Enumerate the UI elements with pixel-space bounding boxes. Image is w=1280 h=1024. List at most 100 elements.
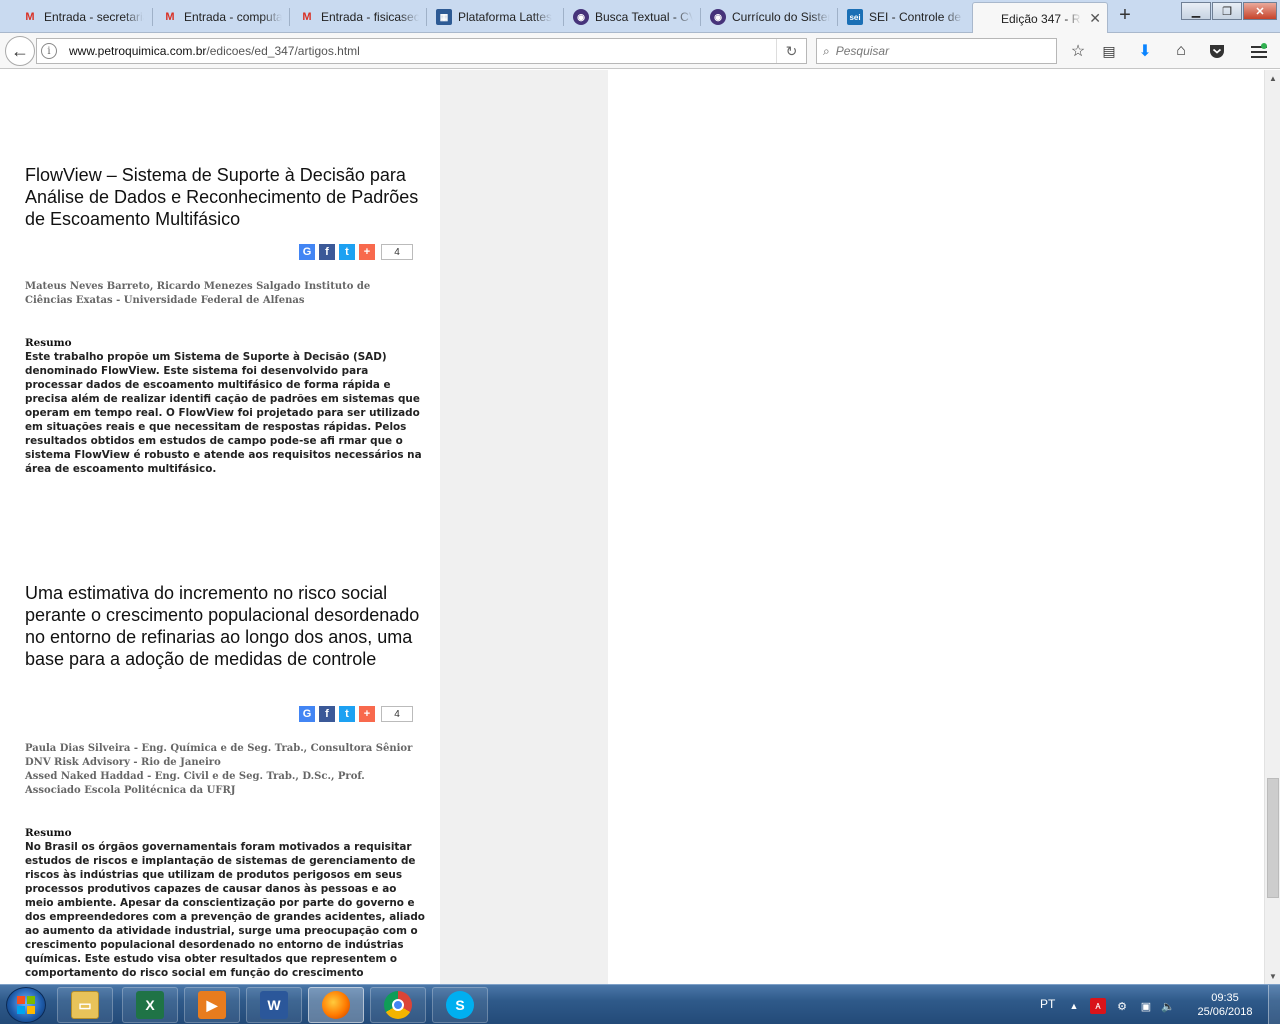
url-path: /edicoes/ed_347/artigos.html (206, 44, 360, 58)
new-tab-button[interactable]: + (1114, 5, 1136, 27)
tab-separator (837, 8, 838, 26)
chrome-center (392, 999, 404, 1011)
gmail-icon: M (302, 11, 312, 23)
menu-icon[interactable] (1248, 40, 1270, 62)
gmail-icon: M (25, 11, 35, 23)
tab-plataforma-lattes[interactable]: ▦ Plataforma Lattes (428, 2, 562, 32)
antivirus-icon[interactable]: ᴀ (1090, 998, 1106, 1014)
abstract-heading: Resumo (25, 827, 72, 839)
clock[interactable]: 09:35 25/06/2018 (1190, 991, 1260, 1019)
lattes-icon: ▦ (436, 9, 452, 25)
tab-separator (426, 8, 427, 26)
home-icon[interactable]: ⌂ (1170, 40, 1192, 62)
article-authors: Paula Dias Silveira - Eng. Química e de … (25, 742, 420, 798)
abstract-text: Este trabalho propõe um Sistema de Supor… (25, 351, 422, 475)
window-close-button[interactable]: ✕ (1243, 2, 1277, 20)
article-card: Uma estimativa do incremento no risco so… (25, 582, 425, 979)
network-icon[interactable]: ▣ (1138, 998, 1154, 1014)
article-title[interactable]: FlowView – Sistema de Suporte à Decisão … (25, 164, 425, 230)
tab-sei[interactable]: sei SEI - Controle de Processos (839, 2, 969, 32)
article-title[interactable]: Uma estimativa do incremento no risco so… (25, 582, 425, 670)
page-viewport: FlowView – Sistema de Suporte à Decisão … (0, 70, 1264, 984)
download-icon[interactable]: ⬇ (1134, 40, 1156, 62)
facebook-share-icon[interactable]: f (319, 244, 335, 260)
search-placeholder: Pesquisar (835, 44, 890, 58)
bookmark-star-icon[interactable]: ☆ (1067, 40, 1089, 62)
reading-list-icon[interactable]: ▤ (1098, 40, 1120, 62)
taskbar-excel[interactable]: X (122, 987, 178, 1023)
lattes-globe-icon: ◉ (573, 9, 589, 25)
pocket-icon[interactable] (1206, 40, 1228, 62)
navigation-bar: ← i www.petroquimica.com.br /edicoes/ed_… (0, 33, 1280, 69)
windows-logo-icon (17, 996, 35, 1014)
desktop-screen: M Entrada - secretaria M Entrada - compu… (0, 0, 1280, 1024)
author-line: Assed Naked Haddad - Eng. Civil e de Seg… (25, 771, 365, 796)
tab-curriculo[interactable]: ◉ Currículo do Sistema (702, 2, 836, 32)
scroll-down-icon[interactable]: ▼ (1265, 968, 1280, 984)
system-tray: PT ▲ ᴀ ⚙ ▣ 🔈 09:35 25/06/2018 (1030, 985, 1280, 1024)
taskbar-media-player[interactable]: ▶ (184, 987, 240, 1023)
share-count: 4 (381, 244, 413, 260)
twitter-share-icon[interactable]: t (339, 244, 355, 260)
search-icon: ⌕ (823, 43, 830, 58)
close-tab-icon[interactable]: ✕ (1089, 10, 1101, 27)
taskbar-chrome[interactable] (370, 987, 426, 1023)
back-button[interactable]: ← (5, 36, 35, 66)
share-count: 4 (381, 706, 413, 722)
volume-icon[interactable]: 🔈 (1160, 998, 1176, 1014)
minimize-button[interactable]: ▁ (1181, 2, 1211, 20)
word-icon: W (260, 991, 288, 1019)
tab-gmail-secretaria[interactable]: M Entrada - secretaria (14, 2, 150, 32)
search-input[interactable]: ⌕ Pesquisar (816, 38, 1057, 64)
sei-icon: sei (847, 9, 863, 25)
tab-separator (152, 8, 153, 26)
start-button[interactable] (6, 987, 46, 1023)
taskbar-firefox[interactable] (308, 987, 364, 1023)
tab-separator (700, 8, 701, 26)
folder-icon: ▭ (71, 991, 99, 1019)
article-abstract: Resumo No Brasil os órgãos governamentai… (25, 826, 425, 980)
facebook-share-icon[interactable]: f (319, 706, 335, 722)
media-player-icon: ▶ (198, 991, 226, 1019)
share-buttons: G f t + 4 (299, 244, 413, 260)
lattes-globe-icon: ◉ (710, 9, 726, 25)
abstract-text: No Brasil os órgãos governamentais foram… (25, 841, 425, 979)
restore-button[interactable]: ❐ (1212, 2, 1242, 20)
tab-strip: M Entrada - secretaria M Entrada - compu… (0, 0, 1280, 34)
abstract-heading: Resumo (25, 337, 72, 349)
addthis-share-icon[interactable]: + (359, 706, 375, 722)
info-icon[interactable]: i (41, 43, 57, 59)
tab-gmail-computacao[interactable]: M Entrada - computacao (154, 2, 288, 32)
show-desktop-button[interactable] (1268, 985, 1280, 1024)
share-buttons: G f t + 4 (299, 706, 413, 722)
taskbar-explorer[interactable]: ▭ (57, 987, 113, 1023)
tab-gmail-fisicasec[interactable]: M Entrada - fisicasec (291, 2, 425, 32)
google-share-icon[interactable]: G (299, 706, 315, 722)
url-domain: www.petroquimica.com.br (69, 44, 207, 58)
scroll-up-icon[interactable]: ▲ (1265, 70, 1280, 86)
url-bar[interactable]: i www.petroquimica.com.br /edicoes/ed_34… (36, 38, 807, 64)
article-authors: Mateus Neves Barreto, Ricardo Menezes Sa… (25, 280, 420, 308)
tab-busca-textual[interactable]: ◉ Busca Textual - CV (565, 2, 699, 32)
reload-button[interactable]: ↻ (776, 39, 806, 63)
taskbar-skype[interactable]: S (432, 987, 488, 1023)
network-devices-icon[interactable]: ⚙ (1114, 998, 1130, 1014)
firefox-icon (322, 991, 350, 1019)
addthis-share-icon[interactable]: + (359, 244, 375, 260)
author-line: Mateus Neves Barreto, Ricardo Menezes Sa… (25, 281, 371, 306)
google-share-icon[interactable]: G (299, 244, 315, 260)
taskbar-word[interactable]: W (246, 987, 302, 1023)
article-card: FlowView – Sistema de Suporte à Decisão … (25, 164, 425, 475)
tab-separator (563, 8, 564, 26)
scrollbar-thumb[interactable] (1267, 778, 1279, 898)
gmail-icon: M (165, 11, 175, 23)
language-indicator[interactable]: PT (1040, 997, 1055, 1011)
excel-icon: X (136, 991, 164, 1019)
tab-edicao-347[interactable]: Edição 347 - Revista ✕ (972, 2, 1108, 34)
article-abstract: Resumo Este trabalho propõe um Sistema d… (25, 336, 425, 476)
twitter-share-icon[interactable]: t (339, 706, 355, 722)
vertical-scrollbar[interactable]: ▲ ▼ (1264, 70, 1280, 984)
reload-icon: ↻ (785, 42, 798, 59)
tray-expand-icon[interactable]: ▲ (1066, 998, 1082, 1014)
tab-separator (289, 8, 290, 26)
